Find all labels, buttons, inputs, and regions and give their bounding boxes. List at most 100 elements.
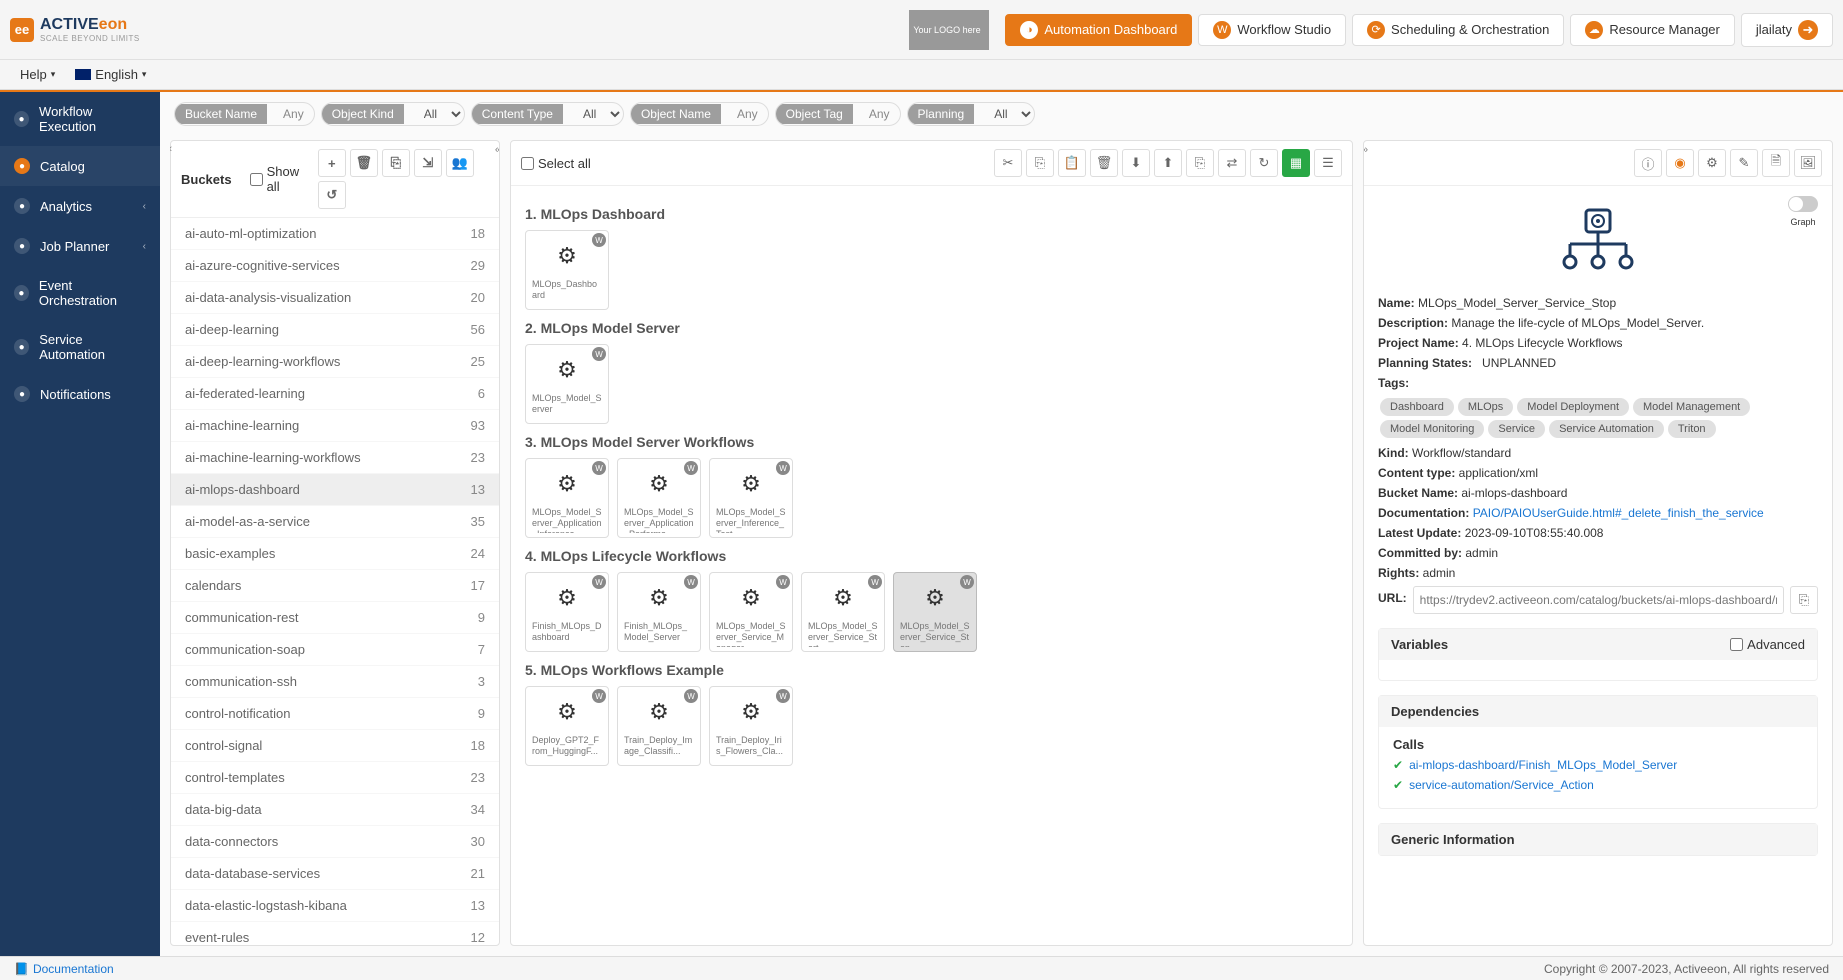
- workflow-tile[interactable]: W⚙Train_Deploy_Iris_Flowers_Cla...: [709, 686, 793, 766]
- nav-tab-workflow-studio[interactable]: W Workflow Studio: [1198, 14, 1346, 46]
- bucket-row[interactable]: calendars17: [171, 570, 499, 602]
- workflow-tile[interactable]: W⚙Deploy_GPT2_From_HuggingF...: [525, 686, 609, 766]
- bucket-row[interactable]: ai-mlops-dashboard13: [171, 474, 499, 506]
- bucket-row[interactable]: ai-model-as-a-service35: [171, 506, 499, 538]
- workflow-type-badge-icon: W: [776, 461, 790, 475]
- workflow-type-badge-icon: W: [684, 461, 698, 475]
- advanced-checkbox[interactable]: Advanced: [1730, 637, 1805, 652]
- workflow-type-badge-icon: W: [960, 575, 974, 589]
- detail-doc-link[interactable]: PAIO/PAIOUserGuide.html#_delete_finish_t…: [1473, 506, 1764, 520]
- workflow-tile[interactable]: W⚙Train_Deploy_Image_Classifi...: [617, 686, 701, 766]
- buckets-list: ai-auto-ml-optimization18ai-azure-cognit…: [171, 218, 499, 945]
- show-all-checkbox[interactable]: Show all: [250, 164, 310, 194]
- nav-tab-automation-dashboard[interactable]: ◑ Automation Dashboard: [1005, 14, 1192, 46]
- bucket-row[interactable]: communication-soap7: [171, 634, 499, 666]
- dependency-call-link[interactable]: ✔service-automation/Service_Action: [1393, 778, 1803, 792]
- bucket-row[interactable]: event-rules12: [171, 922, 499, 945]
- buckets-panel: « Buckets Show all + 🗑 ⎘ ⇲ 👥 ↺ ai-auto-m…: [170, 140, 500, 946]
- chevron-down-icon: ▾: [51, 69, 56, 80]
- workflow-tile[interactable]: W⚙MLOps_Model_Server_Service_Manager: [709, 572, 793, 652]
- tag-pill[interactable]: Model Deployment: [1517, 398, 1629, 416]
- detail-description: Manage the life-cycle of MLOps_Model_Ser…: [1451, 316, 1704, 330]
- footer-doc-link[interactable]: 📘Documentation: [14, 962, 114, 976]
- nav-tab-resource-manager[interactable]: ☁ Resource Manager: [1570, 14, 1735, 46]
- bucket-row[interactable]: control-notification9: [171, 698, 499, 730]
- bucket-row[interactable]: communication-ssh3: [171, 666, 499, 698]
- bucket-row[interactable]: ai-auto-ml-optimization18: [171, 218, 499, 250]
- tag-pill[interactable]: Model Monitoring: [1380, 420, 1484, 438]
- resource-icon: ☁: [1585, 21, 1603, 39]
- brand-logo: ee ACTIVEeon SCALE BEYOND LIMITS: [10, 16, 140, 43]
- detail-committer: admin: [1465, 546, 1498, 560]
- workflow-tile[interactable]: W⚙MLOps_Model_Server_Service_Start: [801, 572, 885, 652]
- dependency-call-link[interactable]: ✔ai-mlops-dashboard/Finish_MLOps_Model_S…: [1393, 758, 1803, 772]
- bucket-row[interactable]: ai-federated-learning6: [171, 378, 499, 410]
- language-menu[interactable]: English▾: [65, 63, 156, 86]
- copy-url-button[interactable]: ⎘: [1790, 586, 1818, 614]
- history-button[interactable]: ↺: [318, 181, 346, 209]
- workflow-tile[interactable]: W⚙MLOps_Model_Server_Inference_Test: [709, 458, 793, 538]
- workflow-tile[interactable]: W⚙Finish_MLOps_Model_Server: [617, 572, 701, 652]
- detail-name: MLOps_Model_Server_Service_Stop: [1418, 296, 1616, 310]
- filter-bucket-name[interactable]: Bucket NameAny: [174, 102, 315, 126]
- check-icon: ✔: [1393, 778, 1403, 792]
- sidebar-item-analytics[interactable]: ●Analytics‹: [0, 186, 160, 226]
- sidebar-item-service-automation[interactable]: ●Service Automation: [0, 320, 160, 374]
- sidebar-item-job-planner[interactable]: ●Job Planner‹: [0, 226, 160, 266]
- filter-object-kind[interactable]: Object KindAll: [321, 102, 465, 126]
- tag-pill[interactable]: Dashboard: [1380, 398, 1454, 416]
- detail-url-input[interactable]: [1413, 586, 1784, 614]
- tag-pill[interactable]: Service Automation: [1549, 420, 1664, 438]
- select-all-checkbox[interactable]: Select all: [521, 156, 591, 171]
- bucket-row[interactable]: data-connectors30: [171, 826, 499, 858]
- nav-user-menu[interactable]: jlailaty ➜: [1741, 13, 1833, 47]
- nav-tab-scheduling[interactable]: ⟳ Scheduling & Orchestration: [1352, 14, 1564, 46]
- graph-toggle[interactable]: [1788, 196, 1818, 212]
- workflow-type-badge-icon: W: [868, 575, 882, 589]
- workflow-tile[interactable]: W⚙MLOps_Dashboard: [525, 230, 609, 310]
- workflow-tile[interactable]: W⚙MLOps_Model_Server_Application_Inferen…: [525, 458, 609, 538]
- workflow-tile[interactable]: W⚙MLOps_Model_Server: [525, 344, 609, 424]
- bucket-row[interactable]: control-templates23: [171, 762, 499, 794]
- collapse-detail-icon[interactable]: »: [1363, 144, 1368, 156]
- collapse-sidebar-icon[interactable]: «: [170, 143, 1833, 155]
- bucket-row[interactable]: ai-machine-learning93: [171, 410, 499, 442]
- bucket-row[interactable]: data-elastic-logstash-kibana13: [171, 890, 499, 922]
- bucket-row[interactable]: ai-deep-learning56: [171, 314, 499, 346]
- workflow-tile[interactable]: W⚙MLOps_Model_Server_Application_Perform…: [617, 458, 701, 538]
- detail-rights: admin: [1423, 566, 1456, 580]
- bucket-row[interactable]: ai-deep-learning-workflows25: [171, 346, 499, 378]
- workflow-tile[interactable]: W⚙Finish_MLOps_Dashboard: [525, 572, 609, 652]
- bucket-row[interactable]: ai-machine-learning-workflows23: [171, 442, 499, 474]
- sidebar-item-catalog[interactable]: ●Catalog: [0, 146, 160, 186]
- tag-pill[interactable]: Service: [1488, 420, 1545, 438]
- workflow-section-title: 2. MLOps Model Server: [525, 320, 1338, 336]
- workflow-section-title: 1. MLOps Dashboard: [525, 206, 1338, 222]
- filter-object-name[interactable]: Object NameAny: [630, 102, 769, 126]
- chevron-left-icon: ‹: [143, 241, 146, 252]
- workflow-tile[interactable]: W⚙MLOps_Model_Server_Service_Stop: [893, 572, 977, 652]
- nav-icon: ●: [14, 386, 30, 402]
- custom-logo-slot: Your LOGO here: [909, 10, 989, 50]
- bucket-row[interactable]: control-signal18: [171, 730, 499, 762]
- bucket-row[interactable]: communication-rest9: [171, 602, 499, 634]
- tag-pill[interactable]: Triton: [1668, 420, 1716, 438]
- filter-object-tag[interactable]: Object TagAny: [775, 102, 901, 126]
- detail-panel: » ⓘ ◉ ⚙ ✎ 🗎 🖼 Graph: [1363, 140, 1833, 946]
- scheduling-icon: ⟳: [1367, 21, 1385, 39]
- filter-planning[interactable]: PlanningAll: [907, 102, 1036, 126]
- tag-pill[interactable]: MLOps: [1458, 398, 1513, 416]
- bucket-row[interactable]: data-database-services21: [171, 858, 499, 890]
- bucket-row[interactable]: basic-examples24: [171, 538, 499, 570]
- footer: 📘Documentation Copyright © 2007-2023, Ac…: [0, 956, 1843, 980]
- filter-content-type[interactable]: Content TypeAll: [471, 102, 624, 126]
- sidebar-item-event-orchestration[interactable]: ●Event Orchestration: [0, 266, 160, 320]
- workflow-type-badge-icon: W: [776, 575, 790, 589]
- sidebar-item-notifications[interactable]: ●Notifications: [0, 374, 160, 414]
- bucket-row[interactable]: ai-azure-cognitive-services29: [171, 250, 499, 282]
- tag-pill[interactable]: Model Management: [1633, 398, 1750, 416]
- bucket-row[interactable]: data-big-data34: [171, 794, 499, 826]
- sidebar-item-workflow-execution[interactable]: ●Workflow Execution: [0, 92, 160, 146]
- bucket-row[interactable]: ai-data-analysis-visualization20: [171, 282, 499, 314]
- help-menu[interactable]: Help▾: [10, 63, 65, 86]
